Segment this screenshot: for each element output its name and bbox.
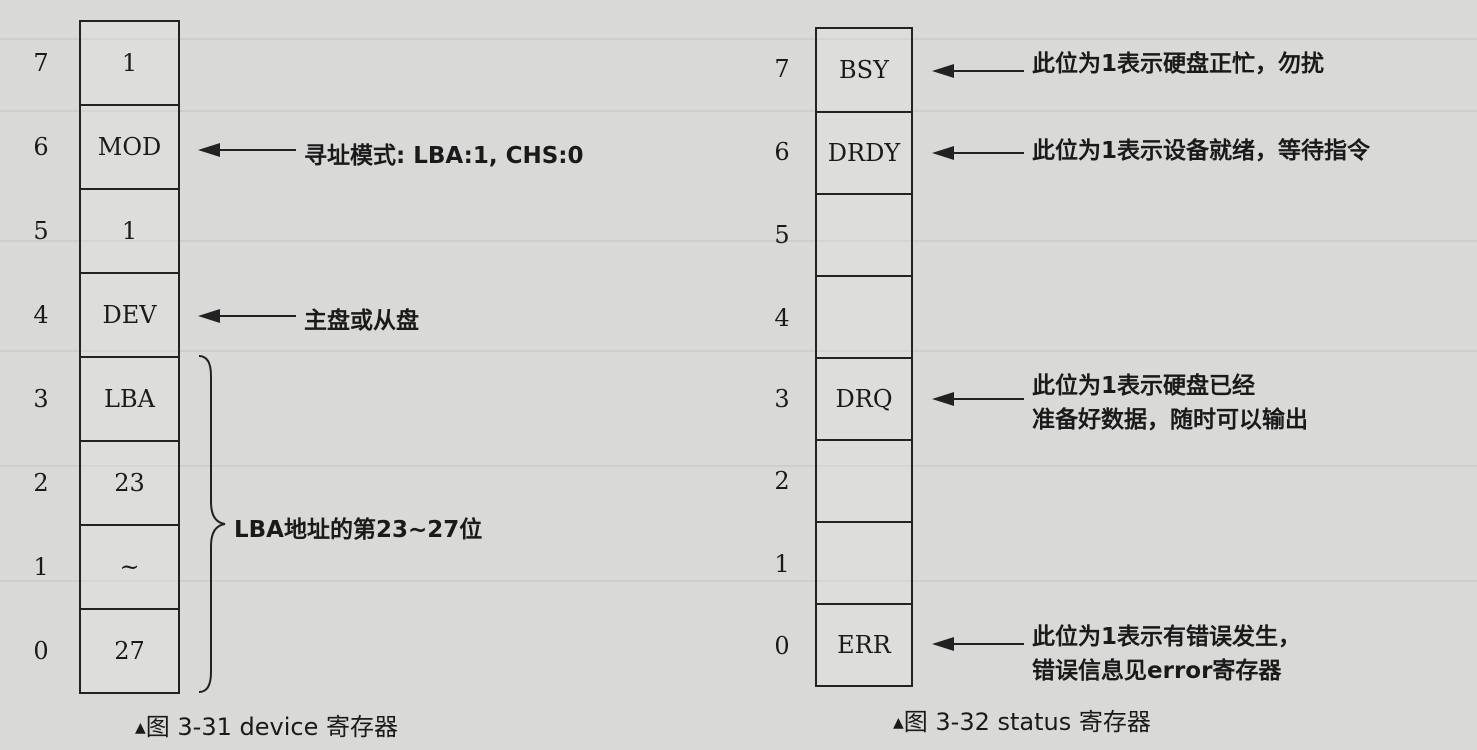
lba-note: LBA地址的第23~27位: [234, 517, 483, 543]
bit-number: 6: [774, 138, 790, 166]
bit-number: 4: [33, 301, 49, 329]
bit-number: 1: [33, 553, 49, 581]
arrow-line: [952, 152, 1024, 154]
device-bit-cell: LBA: [79, 356, 180, 442]
bit-number: 7: [33, 49, 49, 77]
device-bit-cell: DEV: [79, 272, 180, 358]
bit-number: 3: [774, 385, 790, 413]
device-bit-cell: 1: [79, 188, 180, 274]
status-bit-cell: [815, 275, 913, 359]
device-bit-cell: 27: [79, 608, 180, 694]
arrow-left-icon: [198, 143, 220, 157]
background-texture: [0, 110, 1477, 112]
status-bit-cell: DRQ: [815, 357, 913, 441]
arrow-left-icon: [932, 637, 954, 651]
caption-text: 图 3-31 device 寄存器: [145, 713, 398, 741]
arrow-left-icon: [932, 392, 954, 406]
err-note-line2: 错误信息见error寄存器: [1032, 658, 1282, 684]
triangle-marker-icon: ▲: [135, 720, 146, 736]
arrow-line: [952, 70, 1024, 72]
bit-number: 2: [774, 467, 790, 495]
drq-note-line2: 准备好数据，随时可以输出: [1032, 407, 1308, 433]
bit-number: 1: [774, 550, 790, 578]
arrow-line: [952, 643, 1024, 645]
arrow-line: [952, 398, 1024, 400]
arrow-line: [218, 149, 296, 151]
bit-number: 2: [33, 469, 49, 497]
caption-text: 图 3-32 status 寄存器: [903, 708, 1151, 736]
bit-number: 0: [774, 632, 790, 660]
bsy-note: 此位为1表示硬盘正忙，勿扰: [1032, 51, 1325, 77]
status-bit-cell: [815, 193, 913, 277]
status-bit-cell: ERR: [815, 603, 913, 687]
arrow-left-icon: [932, 64, 954, 78]
arrow-left-icon: [198, 309, 220, 323]
bit-number: 3: [33, 385, 49, 413]
figure-caption-device: ▲图 3-31 device 寄存器: [135, 707, 398, 742]
arrow-line: [218, 315, 296, 317]
triangle-marker-icon: ▲: [893, 715, 904, 731]
device-bit-cell: MOD: [79, 104, 180, 190]
bit-number: 4: [774, 304, 790, 332]
status-bit-cell: BSY: [815, 27, 913, 113]
device-bit-cell: ~: [79, 524, 180, 610]
bit-number: 5: [33, 217, 49, 245]
bit-number: 6: [33, 133, 49, 161]
bit-number: 5: [774, 221, 790, 249]
arrow-left-icon: [932, 146, 954, 160]
background-texture: [0, 38, 1477, 40]
drq-note-line1: 此位为1表示硬盘已经: [1032, 373, 1256, 399]
status-bit-cell: DRDY: [815, 111, 913, 195]
mod-note: 寻址模式: LBA:1, CHS:0: [304, 143, 584, 169]
status-bit-cell: [815, 521, 913, 605]
bit-number: 7: [774, 55, 790, 83]
status-bit-cell: [815, 439, 913, 523]
curly-brace-icon: [198, 355, 226, 693]
device-bit-cell: 1: [79, 20, 180, 106]
err-note-line1: 此位为1表示有错误发生，: [1032, 624, 1302, 650]
bit-number: 0: [33, 637, 49, 665]
device-bit-cell: 23: [79, 440, 180, 526]
dev-note: 主盘或从盘: [304, 308, 419, 334]
background-texture: [0, 240, 1477, 242]
figure-caption-status: ▲图 3-32 status 寄存器: [893, 702, 1151, 737]
drdy-note: 此位为1表示设备就绪，等待指令: [1032, 138, 1371, 164]
